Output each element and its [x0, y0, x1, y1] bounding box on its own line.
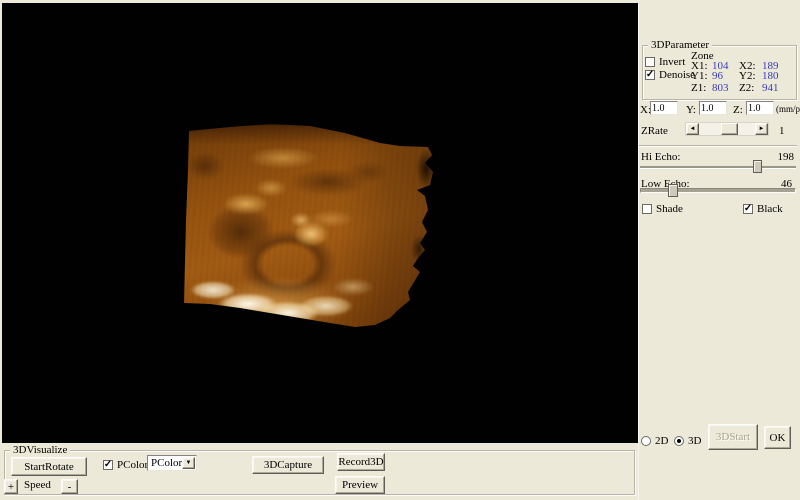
- zone-row-y: Y1: 96 Y2: 180: [691, 70, 786, 82]
- start-3d-button[interactable]: 3DStart: [708, 424, 758, 450]
- check-icon: ✓: [744, 204, 752, 214]
- hi-echo-slider-track[interactable]: [640, 166, 796, 169]
- render-viewport[interactable]: [2, 3, 638, 443]
- chevron-down-icon: ▼: [186, 460, 192, 466]
- mode-2d-radio[interactable]: 2D: [641, 435, 668, 447]
- check-icon: ✓: [646, 70, 654, 80]
- zone-z2-label: Z2:: [739, 82, 762, 94]
- pcolor-dropdown[interactable]: PColor ▼: [147, 455, 197, 471]
- parameter-panel: 3DParameter Invert ✓ Denoise Zone X1: 10…: [638, 0, 800, 500]
- speed-label: Speed: [24, 479, 51, 491]
- shade-checkbox-box[interactable]: [642, 204, 652, 214]
- preview-button[interactable]: Preview: [335, 476, 385, 494]
- hi-echo-value: 198: [778, 151, 795, 163]
- zrate-scrollbar-thumb[interactable]: [721, 123, 738, 135]
- low-echo-slider-thumb[interactable]: [668, 184, 678, 197]
- zone-z1-label: Z1:: [691, 82, 712, 94]
- speed-plus-button[interactable]: +: [4, 479, 18, 494]
- pcolor-checkbox-box[interactable]: ✓: [103, 460, 113, 470]
- zone-y1-value: 96: [712, 70, 739, 82]
- pcolor-checkbox[interactable]: ✓ PColor: [103, 459, 148, 471]
- invert-checkbox[interactable]: Invert: [645, 56, 685, 68]
- start-rotate-button[interactable]: StartRotate: [11, 457, 87, 476]
- denoise-checkbox-box[interactable]: ✓: [645, 70, 655, 80]
- zrate-scrollbar[interactable]: ◄ ►: [685, 122, 769, 136]
- zone-row-z: Z1: 803 Z2: 941: [691, 82, 786, 94]
- check-icon: ✓: [104, 460, 112, 470]
- zone-y1-label: Y1:: [691, 70, 712, 82]
- pcolor-dropdown-value: PColor: [151, 457, 182, 469]
- visualize-bar: 3DVisualize StartRotate + Speed - ✓ PCol…: [0, 443, 638, 500]
- zone-z1-value: 803: [712, 82, 739, 94]
- zrate-value: 1: [779, 125, 785, 137]
- radio-selected-icon[interactable]: [674, 436, 684, 446]
- pcolor-dropdown-button[interactable]: ▼: [182, 457, 195, 469]
- zrate-right-arrow-button[interactable]: ►: [755, 123, 768, 135]
- unit-label: (mm/p): [776, 104, 800, 114]
- hi-echo-label: Hi Echo:: [641, 151, 680, 163]
- arrow-right-icon: ►: [759, 126, 765, 132]
- mode-3d-label: 3D: [688, 435, 701, 447]
- record-3d-button[interactable]: Record3D: [337, 453, 385, 471]
- black-checkbox[interactable]: ✓ Black: [743, 203, 783, 215]
- mode-3d-radio[interactable]: 3D: [674, 435, 701, 447]
- ultrasound-render: [183, 124, 435, 330]
- separator: [639, 145, 797, 147]
- black-checkbox-box[interactable]: ✓: [743, 204, 753, 214]
- ultrasound-texture: [183, 124, 435, 330]
- radio-icon[interactable]: [641, 436, 651, 446]
- app-window: 3DParameter Invert ✓ Denoise Zone X1: 10…: [0, 0, 800, 500]
- capture-3d-button[interactable]: 3DCapture: [252, 456, 324, 474]
- denoise-checkbox[interactable]: ✓ Denoise: [645, 69, 695, 81]
- black-label: Black: [757, 203, 783, 215]
- denoise-label: Denoise: [659, 69, 695, 81]
- invert-checkbox-box[interactable]: [645, 57, 655, 67]
- y-scale-label: Y:: [686, 104, 696, 116]
- shade-checkbox[interactable]: Shade: [642, 203, 683, 215]
- mode-2d-label: 2D: [655, 435, 668, 447]
- z-scale-input[interactable]: [746, 101, 774, 115]
- zrate-label: ZRate: [641, 125, 668, 137]
- visualize-groupbox-title: 3DVisualize: [10, 443, 70, 457]
- invert-label: Invert: [659, 56, 685, 68]
- shade-label: Shade: [656, 203, 683, 215]
- ok-button[interactable]: OK: [764, 426, 791, 449]
- zone-y2-value: 180: [762, 70, 786, 82]
- low-echo-slider-track[interactable]: [640, 188, 796, 193]
- zrate-left-arrow-button[interactable]: ◄: [686, 123, 699, 135]
- zone-z2-value: 941: [762, 82, 786, 94]
- hi-echo-slider-thumb[interactable]: [753, 160, 762, 173]
- pcolor-label: PColor: [117, 459, 148, 471]
- zone-y2-label: Y2:: [739, 70, 762, 82]
- arrow-left-icon: ◄: [690, 126, 696, 132]
- y-scale-input[interactable]: [699, 101, 727, 115]
- x-scale-input[interactable]: [650, 101, 678, 115]
- z-scale-label: Z:: [733, 104, 743, 116]
- speed-minus-button[interactable]: -: [61, 479, 78, 494]
